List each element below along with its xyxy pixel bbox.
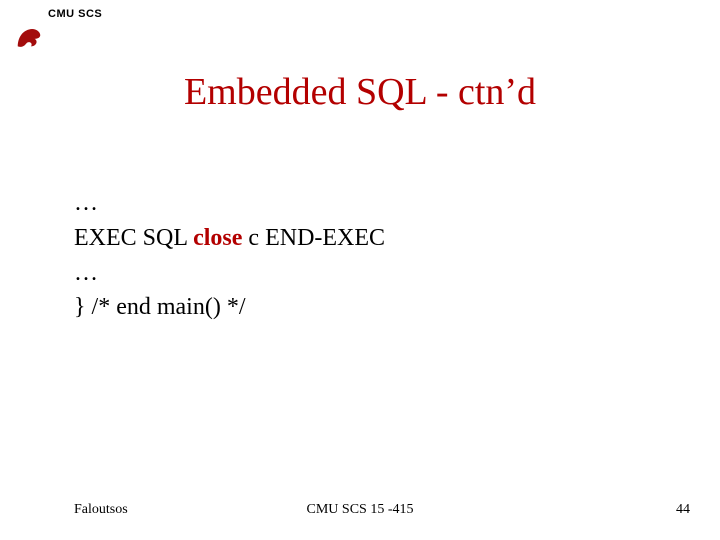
code-line: EXEC SQL close c END-EXEC [74, 221, 385, 256]
header-label: CMU SCS [48, 8, 102, 20]
code-block: … EXEC SQL close c END-EXEC … } /* end m… [74, 186, 385, 325]
code-line: … [74, 256, 385, 291]
code-text: c END-EXEC [242, 225, 385, 251]
code-text: EXEC SQL [74, 225, 193, 251]
keyword: close [193, 225, 242, 251]
dragon-logo-icon [14, 22, 44, 52]
footer-course: CMU SCS 15 -415 [0, 502, 720, 518]
code-line: … [74, 186, 385, 221]
slide-number: 44 [676, 502, 690, 518]
slide-title: Embedded SQL - ctn’d [0, 70, 720, 114]
code-line: } /* end main() */ [74, 290, 385, 325]
slide-header: CMU SCS [48, 8, 102, 20]
